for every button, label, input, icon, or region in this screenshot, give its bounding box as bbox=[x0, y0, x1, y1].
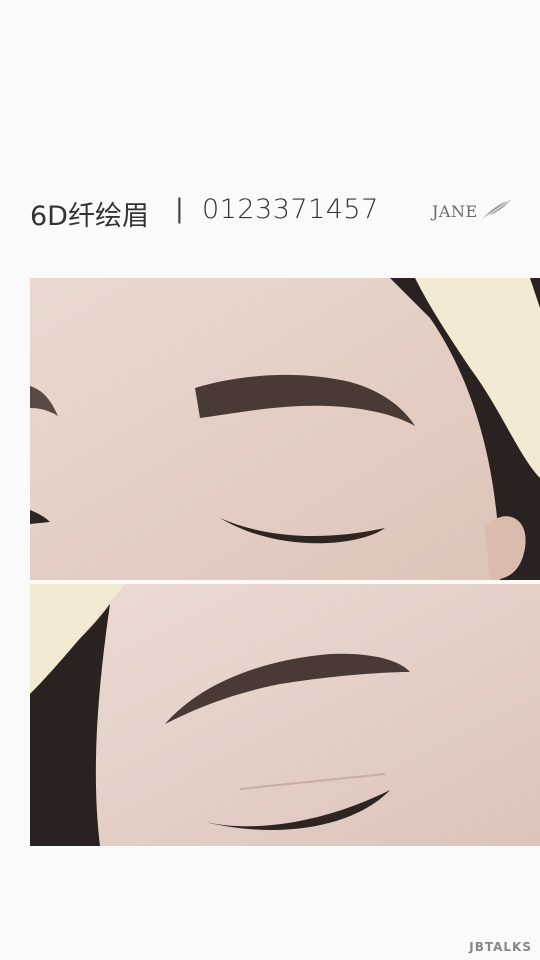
brow-photo-bottom bbox=[30, 584, 540, 846]
watermark-logo: JBTALKS bbox=[469, 940, 532, 954]
title-separator: | bbox=[175, 194, 184, 224]
brow-photo-top bbox=[30, 278, 540, 580]
header-bar: 6D纤绘眉 | 0123371457 JANE bbox=[0, 190, 540, 238]
page-title: 6D纤绘眉 bbox=[30, 201, 149, 232]
phone-number[interactable]: 0123371457 bbox=[202, 194, 379, 225]
brand-logo-text: JANE bbox=[432, 202, 478, 221]
feather-icon bbox=[480, 200, 511, 221]
